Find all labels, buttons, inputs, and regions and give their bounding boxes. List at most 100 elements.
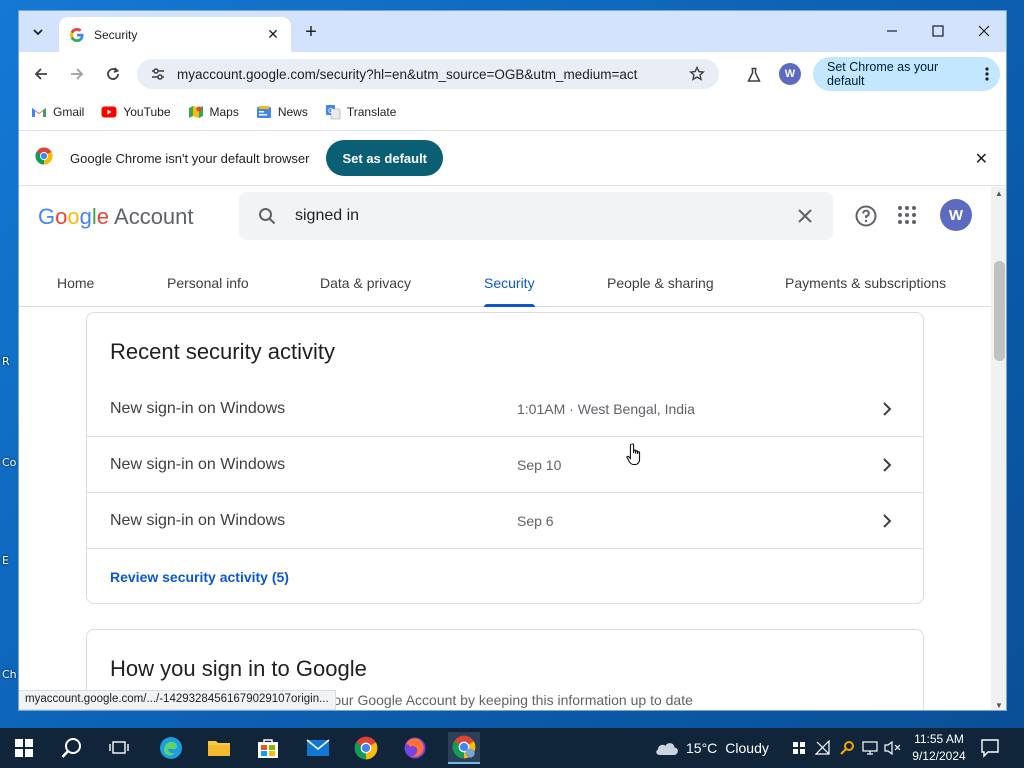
account-search-box[interactable]: signed in — [239, 192, 833, 240]
chevron-right-icon — [877, 511, 897, 531]
set-default-pill-button[interactable]: Set Chrome as your default — [813, 57, 1000, 91]
close-window-button[interactable] — [961, 11, 1006, 51]
taskbar-chrome-active[interactable] — [448, 732, 480, 764]
default-browser-infobar: Google Chrome isn't your default browser… — [19, 130, 1006, 186]
activity-row[interactable]: New sign-in on Windows Sep 6 — [87, 493, 923, 549]
google-account-logo[interactable]: Google Account — [38, 204, 194, 230]
tab-personal-info[interactable]: Personal info — [167, 259, 249, 307]
scroll-up-arrow-icon[interactable]: ▲ — [995, 189, 1003, 198]
desktop-icon-label[interactable]: R — [2, 355, 10, 368]
bookmark-label: Translate — [346, 105, 397, 119]
task-view-button[interactable] — [103, 732, 135, 764]
tab-strip: Security ✕ + — [19, 11, 1006, 52]
active-tab-indicator — [484, 304, 535, 307]
taskbar-search-button[interactable] — [56, 732, 88, 764]
maximize-button[interactable] — [915, 11, 961, 51]
address-bar[interactable]: myaccount.google.com/security?hl=en&utm_… — [137, 59, 719, 89]
more-menu-icon[interactable] — [975, 66, 1000, 82]
activity-label: New sign-in on Windows — [110, 399, 286, 417]
chevron-down-icon — [33, 29, 43, 36]
search-icon[interactable] — [257, 206, 277, 226]
tab-security[interactable]: Security ✕ — [59, 17, 291, 52]
labs-flask-icon[interactable] — [743, 64, 765, 86]
reload-button[interactable] — [99, 60, 127, 88]
taskbar-chrome[interactable] — [350, 732, 382, 764]
bookmark-label: Maps — [209, 105, 239, 119]
tab-people-sharing[interactable]: People & sharing — [607, 259, 714, 307]
activity-meta: 1:01AM · West Bengal, India — [517, 400, 695, 417]
close-icon — [978, 25, 990, 37]
translate-icon: G — [325, 104, 341, 120]
bookmark-label: YouTube — [123, 105, 171, 119]
tab-payments-subscriptions[interactable]: Payments & subscriptions — [785, 259, 946, 307]
review-security-activity-link[interactable]: Review security activity (5) — [110, 569, 289, 585]
windows-logo-icon — [15, 739, 33, 757]
edge-icon — [160, 737, 182, 759]
maximize-icon — [932, 25, 944, 37]
close-tab-icon[interactable]: ✕ — [265, 26, 281, 43]
firefox-icon — [404, 737, 426, 759]
arrow-left-icon — [34, 68, 47, 80]
reload-icon — [107, 67, 120, 80]
chevron-right-icon — [877, 455, 897, 475]
profile-avatar[interactable]: W — [779, 63, 801, 85]
activity-meta: Sep 6 — [517, 512, 554, 529]
new-tab-button[interactable]: + — [299, 19, 323, 45]
bookmark-news[interactable]: News — [256, 104, 308, 120]
url-text[interactable]: myaccount.google.com/security?hl=en&utm_… — [177, 67, 687, 82]
site-settings-icon[interactable] — [149, 65, 167, 83]
close-infobar-icon[interactable]: ✕ — [975, 149, 988, 169]
page-scrollbar[interactable]: ▲ ▼ — [991, 187, 1006, 710]
activity-label: New sign-in on Windows — [110, 511, 286, 529]
weather-widget[interactable]: 15°C Cloudy — [654, 728, 769, 768]
notifications-icon[interactable] — [980, 738, 1002, 758]
taskbar-firefox[interactable] — [399, 732, 431, 764]
folder-icon — [208, 741, 230, 756]
card-title: Recent security activity — [110, 339, 335, 364]
set-default-pill-label: Set Chrome as your default — [827, 60, 939, 88]
bookmark-star-icon[interactable] — [687, 66, 707, 82]
maps-icon — [188, 104, 204, 120]
desktop-icon-label[interactable]: Co — [2, 456, 16, 469]
desktop-icon-label[interactable]: E — [2, 554, 9, 567]
infobar-message: Google Chrome isn't your default browser — [70, 150, 310, 166]
google-apps-grid-icon[interactable] — [897, 205, 919, 227]
tray-app-icon[interactable] — [790, 739, 808, 757]
recent-security-activity-card: Recent security activity New sign-in on … — [86, 312, 924, 604]
desktop-icon-label[interactable]: Ch — [2, 668, 17, 681]
svg-text:G: G — [328, 107, 333, 115]
display-icon[interactable] — [861, 739, 879, 757]
minimize-button[interactable] — [869, 11, 915, 51]
forward-button[interactable] — [63, 60, 91, 88]
search-key-icon[interactable] — [838, 739, 856, 757]
activity-row[interactable]: New sign-in on Windows Sep 10 — [87, 437, 923, 493]
bookmark-maps[interactable]: Maps — [188, 104, 239, 120]
taskbar-edge[interactable] — [155, 732, 187, 764]
tab-security[interactable]: Security — [484, 259, 535, 307]
bookmark-gmail[interactable]: Gmail — [31, 104, 84, 120]
account-avatar[interactable]: W — [940, 199, 972, 231]
search-input[interactable]: signed in — [295, 207, 795, 225]
tab-home[interactable]: Home — [57, 259, 94, 307]
network-icon[interactable] — [814, 739, 832, 757]
status-bar-url: myaccount.google.com/.../-14293284561679… — [19, 690, 336, 710]
back-button[interactable] — [27, 60, 55, 88]
scrollbar-thumb[interactable] — [994, 261, 1005, 361]
bookmark-label: News — [277, 105, 308, 119]
taskbar-file-explorer[interactable] — [203, 732, 235, 764]
start-button[interactable] — [8, 732, 40, 764]
taskbar-microsoft-store[interactable] — [252, 732, 284, 764]
volume-muted-icon[interactable] — [884, 739, 902, 757]
scroll-down-arrow-icon[interactable]: ▼ — [995, 701, 1003, 710]
help-icon[interactable] — [854, 204, 878, 228]
activity-row[interactable]: New sign-in on Windows 1:01AM · West Ben… — [87, 381, 923, 437]
tab-data-privacy[interactable]: Data & privacy — [320, 259, 411, 307]
bookmark-youtube[interactable]: YouTube — [101, 104, 171, 120]
set-as-default-button[interactable]: Set as default — [326, 140, 444, 176]
chevron-right-icon — [877, 399, 897, 419]
bookmark-translate[interactable]: G Translate — [325, 104, 397, 120]
taskbar-clock[interactable]: 11:55 AM 9/12/2024 — [906, 731, 972, 765]
clear-search-icon[interactable] — [795, 209, 815, 223]
taskbar-mail[interactable] — [302, 732, 334, 764]
tab-search-button[interactable] — [25, 19, 51, 45]
